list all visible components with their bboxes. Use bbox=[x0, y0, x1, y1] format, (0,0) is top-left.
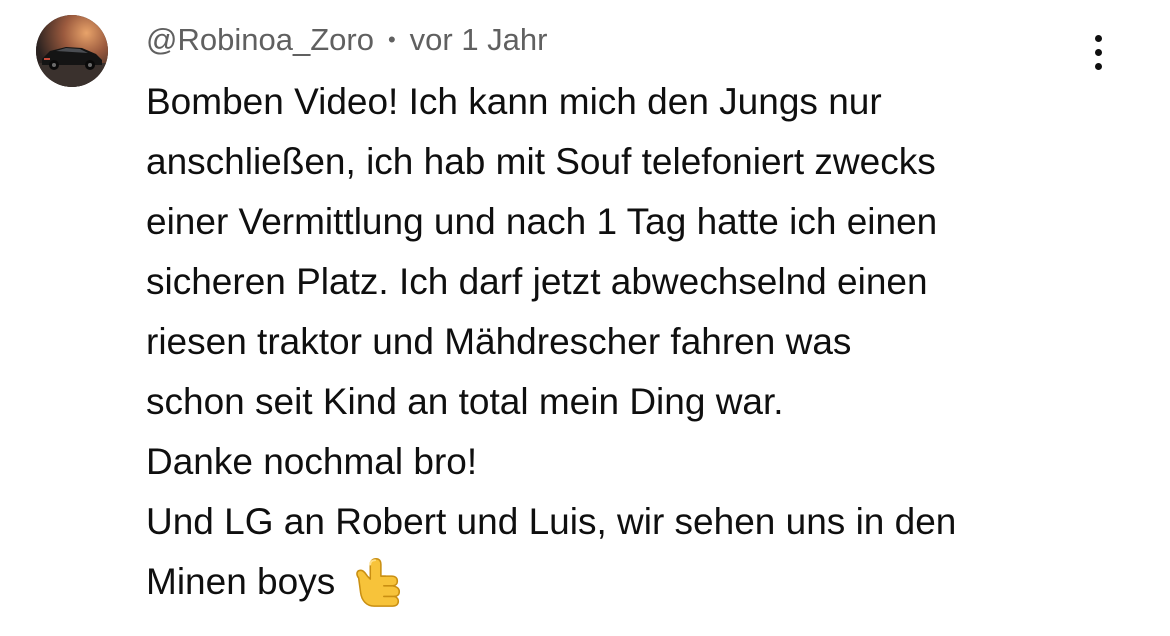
author-name[interactable]: @Robinoa_Zoro bbox=[146, 22, 374, 58]
comment-line: anschließen, ich hab mit Souf telefonier… bbox=[146, 141, 936, 182]
more-vertical-icon bbox=[1094, 34, 1102, 70]
call-me-hand-icon bbox=[349, 551, 407, 609]
comment-item: @Robinoa_Zoro • vor 1 Jahr Bomben Video!… bbox=[0, 0, 1170, 636]
comment-last-line: Minen boys bbox=[146, 552, 1136, 612]
comment-line: Minen boys bbox=[146, 561, 336, 602]
comment-line: riesen traktor und Mähdrescher fahren wa… bbox=[146, 321, 852, 362]
avatar[interactable] bbox=[36, 15, 108, 87]
comment-line: einer Vermittlung und nach 1 Tag hatte i… bbox=[146, 201, 938, 242]
more-options-button[interactable] bbox=[1078, 28, 1118, 76]
meta-separator: • bbox=[387, 27, 396, 52]
comment-line: Und LG an Robert und Luis, wir sehen uns… bbox=[146, 501, 957, 542]
comment-line: schon seit Kind an total mein Ding war. bbox=[146, 381, 784, 422]
sports-car-avatar-icon bbox=[36, 15, 108, 87]
comment-header: @Robinoa_Zoro • vor 1 Jahr bbox=[146, 20, 547, 60]
comment-timestamp[interactable]: vor 1 Jahr bbox=[410, 22, 548, 58]
comment-text: Bomben Video! Ich kann mich den Jungs nu… bbox=[146, 72, 1136, 612]
comment-line: sicheren Platz. Ich darf jetzt abwechsel… bbox=[146, 261, 928, 302]
comment-line: Bomben Video! Ich kann mich den Jungs nu… bbox=[146, 81, 882, 122]
comment-line: Danke nochmal bro! bbox=[146, 441, 478, 482]
